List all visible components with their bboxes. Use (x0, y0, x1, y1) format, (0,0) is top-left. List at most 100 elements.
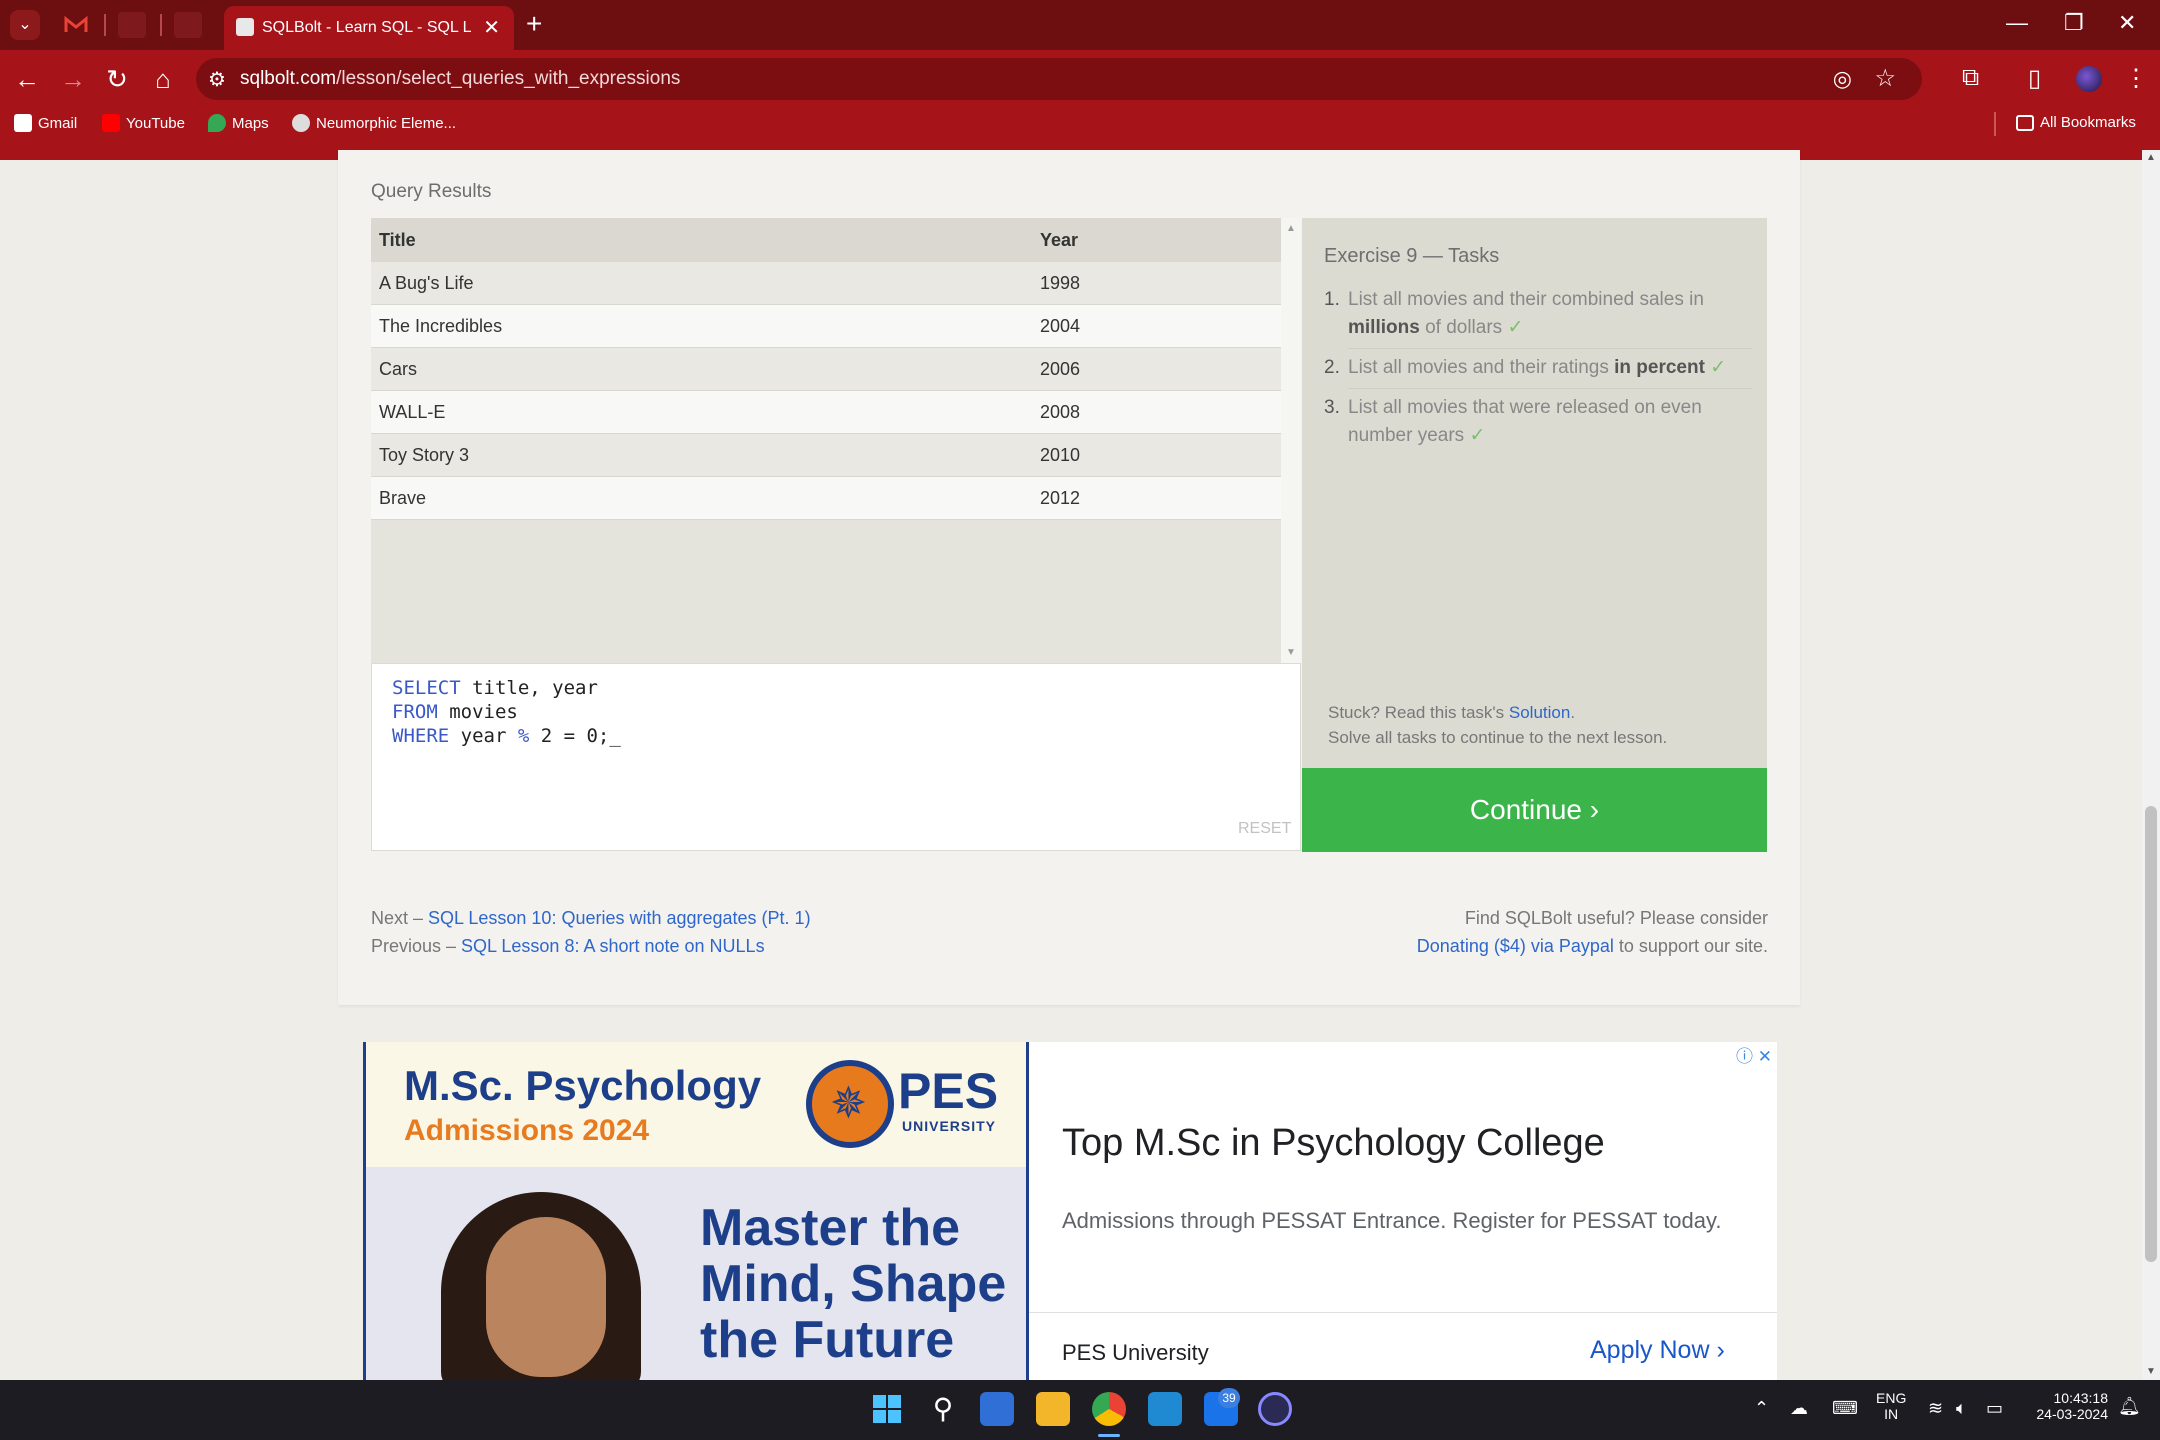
donate-link[interactable]: Donating ($4) via Paypal (1417, 936, 1614, 956)
table-row: Cars 2006 (371, 347, 1281, 391)
ad-logo-text: PES (898, 1063, 999, 1119)
gmail-tab[interactable] (62, 12, 90, 38)
pinned-tab[interactable] (118, 12, 146, 38)
tab-search-button[interactable]: ⌄ (10, 10, 40, 40)
keyboard-icon[interactable]: ⌨ (1832, 1398, 1858, 1419)
cell-year: 2008 (1032, 390, 1281, 434)
profile-avatar[interactable] (2076, 66, 2102, 92)
next-lesson-link[interactable]: SQL Lesson 10: Queries with aggregates (… (428, 908, 811, 928)
close-tab-icon[interactable]: ✕ (483, 15, 500, 40)
reload-icon[interactable]: ↻ (100, 64, 134, 95)
extensions-icon[interactable]: ⧉ (1962, 64, 1979, 92)
scroll-down-icon[interactable]: ▼ (2146, 1366, 2156, 1377)
active-tab[interactable]: SQLBolt - Learn SQL - SQL Less ✕ (224, 6, 514, 50)
table-row: Toy Story 3 2010 (371, 433, 1281, 477)
previous-lesson-link[interactable]: SQL Lesson 8: A short note on NULLs (461, 936, 765, 956)
battery-icon[interactable]: ▭ (1986, 1398, 2003, 1419)
check-icon: ✓ (1469, 425, 1486, 446)
clock[interactable]: 10:43:18 24-03-2024 (2024, 1390, 2108, 1422)
scroll-up-icon[interactable]: ▲ (1286, 223, 1296, 234)
sql-keyword: WHERE (392, 725, 450, 747)
bookmark-neumorphic[interactable]: Neumorphic Eleme... (292, 114, 456, 132)
ad-description: Admissions through PESSAT Entrance. Regi… (1062, 1208, 1722, 1233)
sql-text: 2 = 0;_ (529, 725, 621, 747)
all-bookmarks[interactable]: All Bookmarks (2016, 114, 2136, 131)
ad-tagline: Master the Mind, Shape the Future (700, 1199, 1007, 1369)
ad-choices-icon[interactable]: ⓘ ✕ (1736, 1042, 1772, 1067)
cell-title: The Incredibles (371, 304, 1032, 348)
ad-logo-subtext: UNIVERSITY (902, 1118, 997, 1134)
home-icon[interactable]: ⌂ (146, 64, 180, 95)
scroll-down-icon[interactable]: ▼ (1286, 647, 1296, 658)
side-panel-icon[interactable]: ▯ (2028, 64, 2041, 93)
sql-editor[interactable]: SELECT title, year FROM movies WHERE yea… (371, 663, 1301, 851)
reset-button[interactable]: RESET (1238, 820, 1291, 838)
address-bar[interactable]: ⚙ sqlbolt.com/lesson/select_queries_with… (196, 58, 1922, 100)
continue-button[interactable]: Continue › (1302, 768, 1767, 852)
ad-subheadline: Admissions 2024 (404, 1114, 650, 1147)
site-info-icon[interactable]: ⚙ (208, 67, 226, 92)
page-scrollbar-thumb[interactable] (2145, 806, 2157, 1262)
chrome-icon[interactable] (1092, 1392, 1126, 1426)
ad-divider (1029, 1312, 1777, 1313)
pinned-tab[interactable] (174, 12, 202, 38)
store-icon[interactable] (980, 1392, 1014, 1426)
ad-title[interactable]: Top M.Sc in Psychology College (1062, 1122, 1605, 1165)
eclipse-icon[interactable] (1258, 1392, 1292, 1426)
apply-now-button[interactable]: Apply Now › (1590, 1336, 1725, 1365)
back-icon[interactable]: ← (10, 64, 44, 95)
pes-logo-icon: ✵ (806, 1060, 894, 1148)
results-scrollbar[interactable]: ▲ ▼ (1281, 218, 1301, 663)
sqlbolt-favicon-icon (236, 18, 254, 36)
windows-icon (873, 1395, 901, 1423)
cell-year: 2010 (1032, 433, 1281, 477)
check-icon: ✓ (1710, 357, 1727, 378)
notification-bell-icon[interactable]: 🔔︎ (2118, 1396, 2141, 1417)
menu-icon[interactable]: ⋮ (2124, 64, 2148, 93)
donate-note: Find SQLBolt useful? Please consider Don… (1416, 908, 1768, 956)
sql-keyword: SELECT (392, 677, 461, 699)
search-icon[interactable]: ⚲ (926, 1392, 960, 1426)
cell-title: Toy Story 3 (371, 433, 1032, 477)
chevron-up-icon[interactable]: ⌃ (1754, 1398, 1769, 1419)
ad-banner-image[interactable]: M.Sc. Psychology Admissions 2024 ✵ PES U… (363, 1042, 1029, 1380)
volume-icon[interactable]: 🔈︎ (1956, 1398, 1967, 1419)
wifi-icon[interactable]: ≋ (1928, 1398, 1943, 1419)
file-explorer-icon[interactable] (1036, 1392, 1070, 1426)
gmail-icon (14, 114, 32, 132)
solution-link[interactable]: Solution (1509, 703, 1570, 722)
task-item: 2. List all movies and their ratings in … (1324, 357, 1727, 378)
minimize-icon[interactable]: — (2006, 10, 2028, 36)
maps-icon (208, 114, 226, 132)
language-indicator[interactable]: ENG IN (1876, 1390, 1906, 1422)
folder-icon (2016, 115, 2034, 131)
cell-title: A Bug's Life (371, 262, 1032, 305)
stuck-hint: Stuck? Read this task's Solution. Solve … (1328, 700, 1667, 750)
cell-year: 2006 (1032, 347, 1281, 391)
start-button[interactable] (870, 1392, 904, 1426)
bookmark-star-icon[interactable]: ☆ (1874, 64, 1896, 93)
bookmark-gmail[interactable]: Gmail (14, 114, 77, 132)
forward-icon[interactable]: → (56, 64, 90, 95)
tasks-panel: Exercise 9 — Tasks 1. List all movies an… (1302, 218, 1767, 768)
bookmark-youtube[interactable]: YouTube (102, 114, 185, 132)
column-header-year: Year (1032, 218, 1281, 262)
gmail-icon (64, 15, 88, 32)
bookmark-maps[interactable]: Maps (208, 114, 269, 132)
onedrive-icon[interactable]: ☁ (1790, 1398, 1808, 1419)
restore-icon[interactable]: ❐ (2064, 10, 2084, 36)
tab-strip: ⌄ SQLBolt - Learn SQL - SQL Less ✕ + — ❐… (0, 0, 2160, 50)
cell-title: Cars (371, 347, 1032, 391)
new-tab-button[interactable]: + (526, 8, 542, 40)
url-domain: sqlbolt.com (240, 68, 337, 89)
ad-headline: M.Sc. Psychology (404, 1062, 762, 1109)
tasks-header: Exercise 9 — Tasks (1324, 245, 1500, 267)
eye-off-icon[interactable]: ◎ (1833, 66, 1852, 92)
vscode-icon[interactable] (1148, 1392, 1182, 1426)
close-window-icon[interactable]: ✕ (2118, 10, 2136, 36)
sql-keyword: FROM (392, 701, 438, 723)
cell-year: 2004 (1032, 304, 1281, 348)
chevron-right-icon: › (1716, 1336, 1725, 1364)
scroll-up-icon[interactable]: ▲ (2146, 152, 2156, 163)
sql-text: movies (437, 701, 518, 723)
